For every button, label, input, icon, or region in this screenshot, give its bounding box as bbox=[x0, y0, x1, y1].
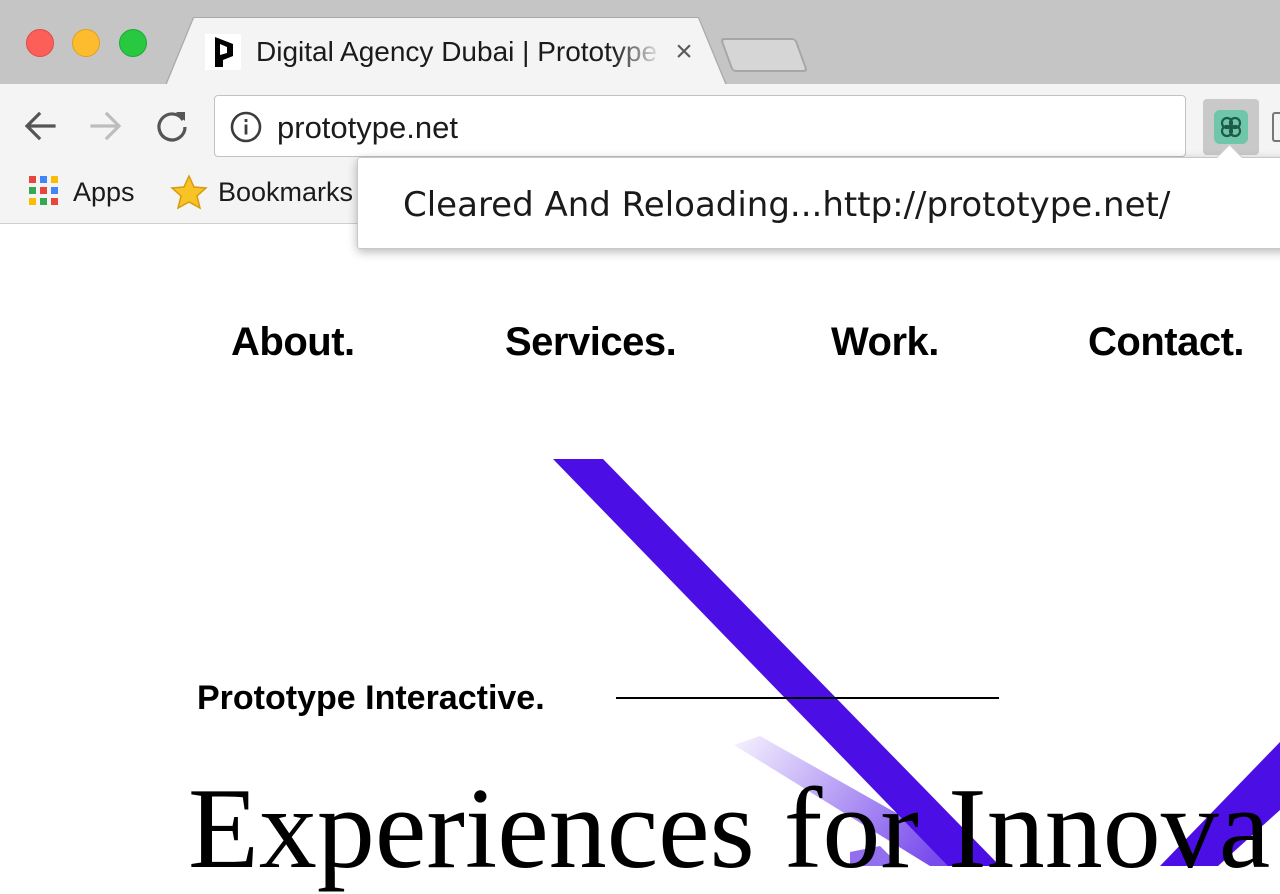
menu-edge-icon[interactable] bbox=[1272, 112, 1280, 142]
window-maximize-button[interactable] bbox=[119, 29, 147, 57]
brand-name: Prototype Interactive. bbox=[197, 679, 545, 717]
bookmark-bookmarks[interactable]: Bookmarks bbox=[218, 172, 358, 212]
url-text[interactable]: prototype.net bbox=[277, 108, 458, 148]
window-close-button[interactable] bbox=[26, 29, 54, 57]
nav-services[interactable]: Services. bbox=[505, 318, 677, 366]
info-icon[interactable] bbox=[229, 110, 263, 144]
new-tab-button[interactable] bbox=[719, 38, 809, 72]
prototype-favicon-icon bbox=[205, 34, 241, 70]
nav-about[interactable]: About. bbox=[231, 318, 355, 366]
cache-killer-icon bbox=[1212, 108, 1250, 146]
star-icon[interactable] bbox=[170, 174, 208, 210]
hero-headline: Experiences for Innova bbox=[188, 765, 1271, 893]
apps-grid-icon[interactable] bbox=[29, 176, 59, 206]
back-arrow-icon[interactable] bbox=[20, 106, 60, 146]
brand-divider bbox=[616, 697, 999, 699]
window-minimize-button[interactable] bbox=[72, 29, 100, 57]
reload-icon[interactable] bbox=[152, 106, 192, 146]
popup-message: Cleared And Reloading...http://prototype… bbox=[403, 185, 1171, 225]
tab-title: Digital Agency Dubai | Prototype bbox=[256, 36, 658, 67]
tab-close-icon[interactable]: × bbox=[672, 34, 696, 70]
nav-work[interactable]: Work. bbox=[831, 318, 939, 366]
bookmark-apps[interactable]: Apps bbox=[73, 172, 135, 212]
forward-arrow-icon[interactable] bbox=[86, 106, 126, 146]
nav-contact[interactable]: Contact. bbox=[1088, 318, 1245, 366]
